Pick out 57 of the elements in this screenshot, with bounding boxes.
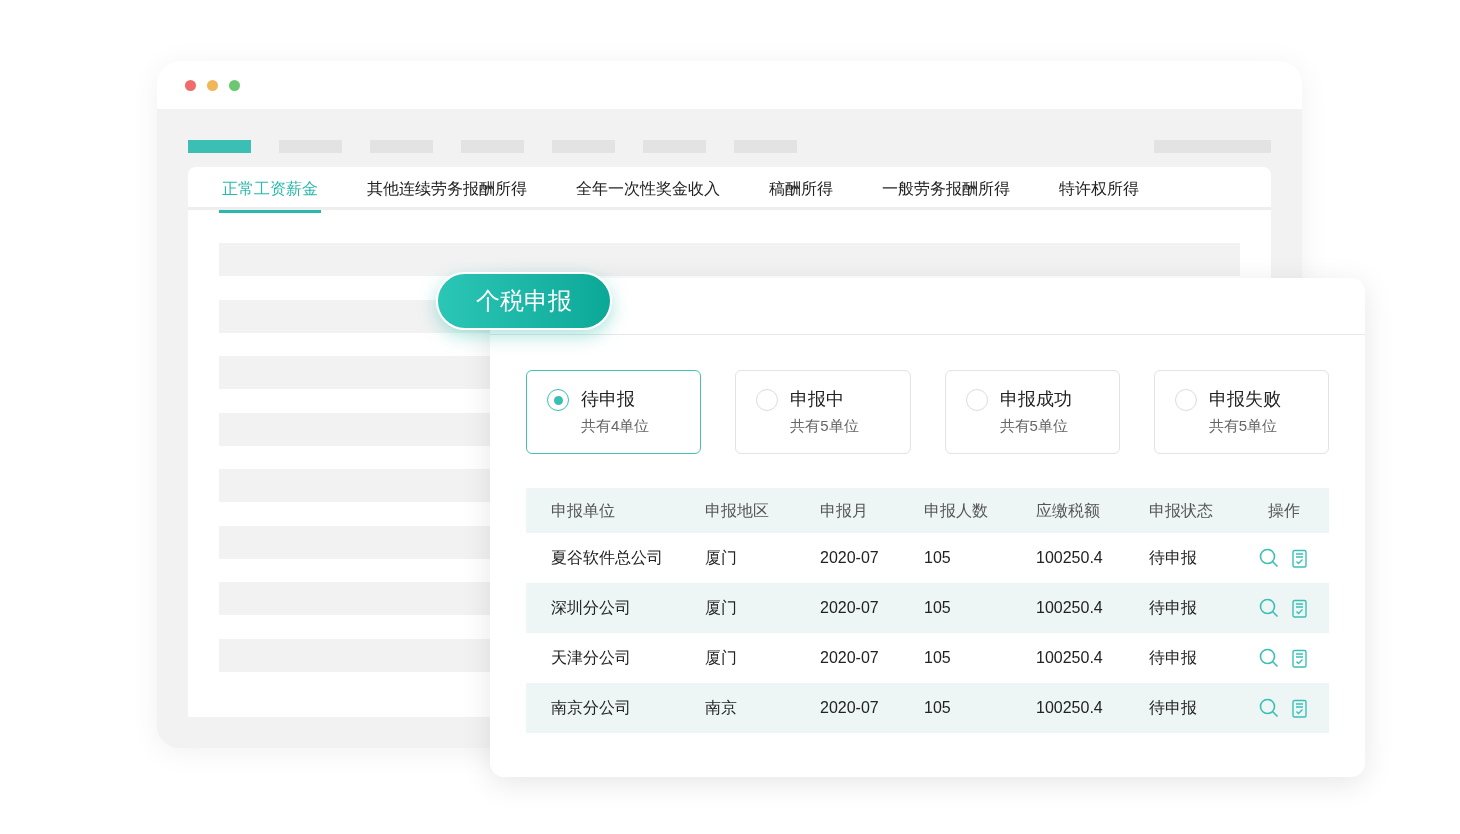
table-cell-text: 待申报	[1149, 548, 1198, 568]
tab[interactable]: 全年一次性奖金收入	[573, 167, 723, 213]
table-cell-text: 厦门	[705, 548, 738, 568]
tab[interactable]: 稿酬所得	[766, 167, 836, 213]
column-header: 申报月	[820, 500, 869, 521]
table-cell-text: 2020-07	[820, 598, 880, 618]
table-cell-text: 105	[924, 648, 952, 668]
table-cell-text: 待申报	[1149, 648, 1198, 668]
clipboard-check-icon[interactable]	[1292, 598, 1307, 618]
status-label: 申报成功	[999, 388, 1072, 411]
table-cell-text: 2020-07	[820, 648, 880, 668]
table-cell-text: 待申报	[1149, 598, 1198, 618]
title-badge: 个税申报	[436, 272, 612, 330]
status-label: 待申报	[581, 388, 636, 411]
tab[interactable]: 一般劳务报酬所得	[879, 167, 1013, 213]
search-icon[interactable]	[1259, 698, 1279, 718]
column-header: 申报状态	[1149, 500, 1214, 521]
table-cell-text: 厦门	[705, 648, 738, 668]
table-cell-text: 南京	[705, 698, 738, 718]
column-header: 应缴税额	[1036, 500, 1101, 521]
table-cell-text: 厦门	[705, 598, 738, 618]
table-cell-text: 100250.4	[1036, 698, 1104, 718]
column-header: 操作	[1267, 500, 1301, 521]
table-cell-text: 105	[924, 548, 952, 568]
table-cell-text: 105	[924, 698, 952, 718]
status-card[interactable]: 待申报 共有4单位	[526, 370, 702, 454]
table-cell-text: 105	[924, 598, 952, 618]
search-icon[interactable]	[1259, 598, 1279, 618]
table-cell-text: 待申报	[1149, 698, 1198, 718]
table-cell-text: 深圳分公司	[550, 598, 632, 618]
status-card[interactable]: 申报中 共有5单位	[735, 370, 911, 454]
clipboard-check-icon[interactable]	[1292, 548, 1307, 568]
table-cell-text: 100250.4	[1036, 598, 1104, 618]
tab[interactable]: 其他连续劳务报酬所得	[364, 167, 530, 213]
search-icon[interactable]	[1259, 548, 1279, 568]
table-cell-text: 天津分公司	[550, 648, 632, 668]
table-cell-text: 南京分公司	[550, 698, 632, 718]
column-header: 申报人数	[924, 500, 989, 521]
unit-count: 共有5单位	[1208, 416, 1279, 436]
table-cell-text: 2020-07	[820, 698, 880, 718]
clipboard-check-icon[interactable]	[1292, 648, 1307, 668]
table-cell-text: 100250.4	[1036, 548, 1104, 568]
status-card[interactable]: 申报成功 共有5单位	[944, 370, 1120, 454]
tab[interactable]: 特许权所得	[1056, 167, 1142, 213]
search-icon[interactable]	[1259, 648, 1279, 668]
column-header: 申报地区	[705, 500, 770, 521]
status-label: 申报失败	[1208, 388, 1281, 411]
status-card[interactable]: 申报失败 共有5单位	[1153, 370, 1329, 454]
unit-count: 共有5单位	[999, 416, 1069, 436]
table-cell-text: 100250.4	[1036, 648, 1104, 668]
unit-count: 共有5单位	[790, 416, 859, 436]
column-header: 申报单位	[550, 500, 616, 521]
unit-count: 共有4单位	[581, 416, 650, 436]
table-cell-text: 2020-07	[820, 548, 880, 568]
table-cell-text: 夏谷软件总公司	[550, 548, 664, 568]
status-label: 申报中	[790, 388, 846, 411]
clipboard-check-icon[interactable]	[1292, 698, 1307, 718]
